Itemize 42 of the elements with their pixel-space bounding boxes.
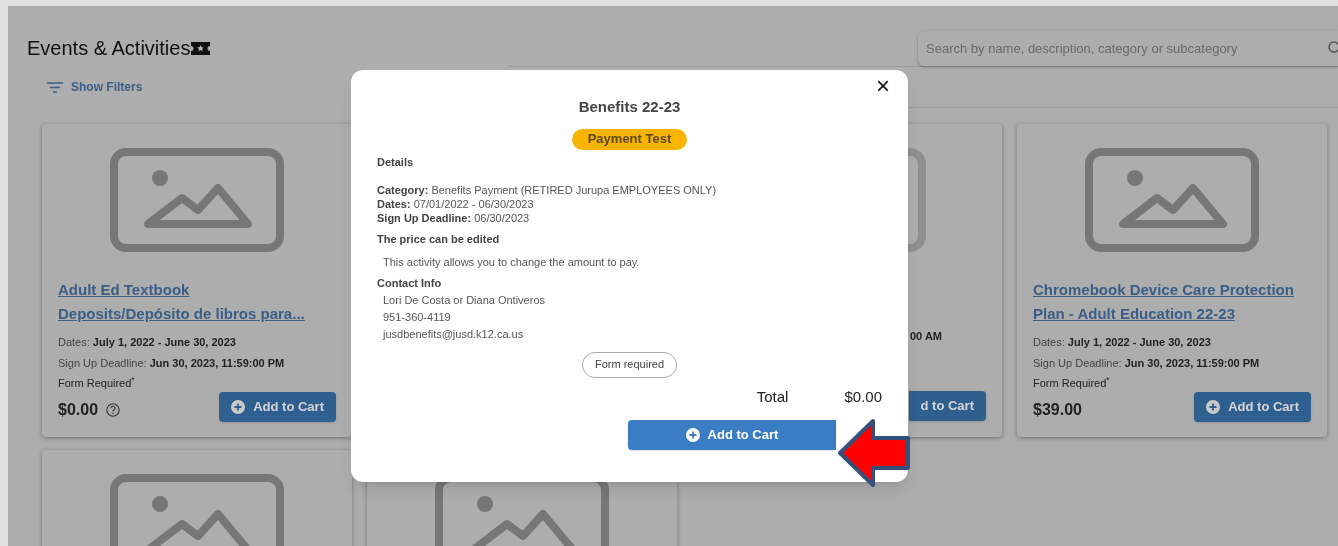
event-dates: Dates: July 1, 2022 - June 30, 2023	[1033, 335, 1212, 350]
contact-line: jusdbenefits@jusd.k12.ca.us	[383, 326, 525, 342]
total-value: $0.00	[844, 386, 882, 407]
total-label: Total	[756, 386, 789, 407]
category-tag: Payment Test	[571, 128, 688, 150]
close-button[interactable]: ×	[876, 74, 890, 98]
search-icon[interactable]	[1326, 40, 1338, 55]
event-deadline-fragment: 00 AM	[910, 330, 942, 342]
ticket-icon	[191, 41, 211, 55]
price-note: This activity allows you to change the amount to pay.	[383, 254, 641, 270]
event-dates: Dates: July 1, 2022 - June 30, 2023	[58, 335, 237, 350]
event-price: $0.00	[58, 399, 99, 420]
add-to-cart-button[interactable]: Add to Cart	[628, 420, 836, 450]
event-title-link[interactable]: Adult Ed Textbook Deposits/Depósito de libros para...	[58, 278, 320, 326]
event-deadline: Sign Up Deadline: Jun 30, 2023, 11:59:00 PM	[58, 355, 286, 371]
search-field[interactable]: Search by name, description, category or subcategory	[918, 30, 1338, 66]
contact-line: Lori De Costa or Diana Ontiveros	[383, 292, 546, 308]
price-heading: The price can be edited	[377, 232, 501, 247]
form-required-note: Form Required$^{*}$	[58, 375, 136, 391]
page-title: Events & Activities	[27, 36, 191, 61]
details-heading: Details	[377, 154, 415, 170]
add-to-cart-button[interactable]: d to Cart	[908, 391, 986, 421]
contact-line: 951-360-4119	[383, 309, 452, 325]
add-to-cart-button[interactable]: Add to Cart	[1194, 391, 1311, 422]
event-deadline: Sign Up Deadline: Jun 30, 2023, 11:59:00 PM	[1033, 355, 1261, 371]
plus-circle-icon	[231, 399, 246, 414]
help-icon[interactable]	[106, 402, 121, 417]
image-placeholder-icon	[110, 148, 284, 252]
form-required-note: Form Required$^{*}$	[1033, 375, 1111, 391]
plus-circle-icon	[685, 428, 700, 442]
detail-field: Dates: 07/01/2022 - 06/30/2023	[377, 197, 882, 211]
filter-icon	[47, 81, 63, 93]
detail-field: Sign Up Deadline: 06/30/2023	[377, 211, 882, 225]
event-price: $39.00	[1033, 399, 1082, 420]
image-placeholder-icon	[1085, 148, 1259, 252]
contact-heading: Contact Info	[377, 276, 443, 291]
add-to-cart-button[interactable]: Add to Cart	[219, 391, 336, 422]
dialog-title: Benefits 22-23	[578, 97, 681, 117]
event-title-link[interactable]: Chromebook Device Care Protection Plan - Adult Education 22-23	[1033, 278, 1295, 326]
show-filters-button[interactable]: Show Filters	[47, 78, 143, 96]
detail-field: Category: Benefits Payment (RETIRED Jurupa EMPLOYEES ONLY)	[377, 183, 882, 197]
plus-circle-icon	[1206, 399, 1221, 414]
